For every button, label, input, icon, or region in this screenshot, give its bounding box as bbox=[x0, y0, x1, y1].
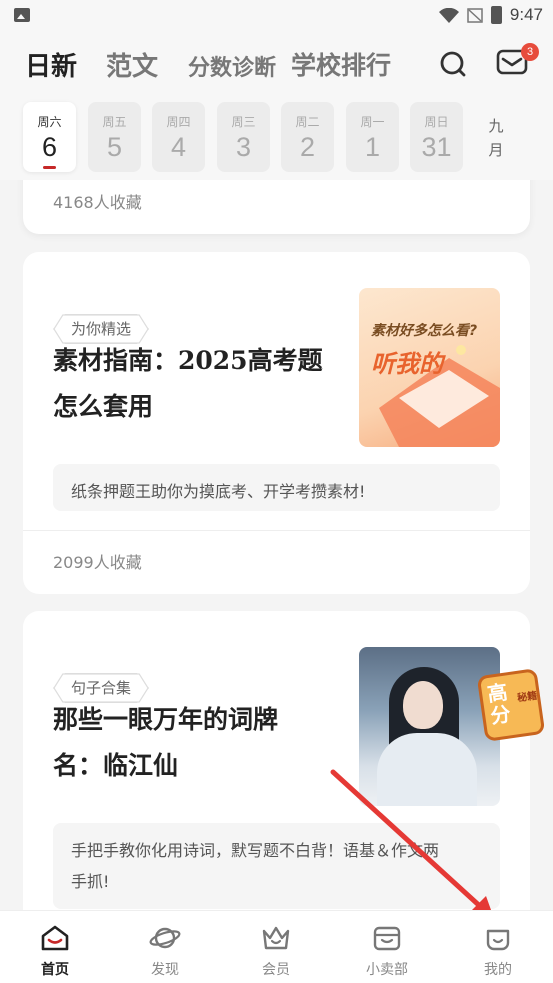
date-weekday: 周三 bbox=[231, 115, 256, 129]
date-number: 3 bbox=[235, 132, 252, 162]
article-tag: 为你精选 bbox=[53, 314, 149, 344]
battery-icon bbox=[490, 6, 502, 24]
portrait-dress bbox=[377, 733, 477, 806]
badge-text-small: 秘籍 bbox=[516, 690, 538, 705]
nav-label: 小卖部 bbox=[366, 962, 408, 978]
article-card[interactable]: 为你精选 素材指南：2025高考题 怎么套用 素材好多怎么看? 听我的 纸条押题… bbox=[23, 252, 530, 594]
date-item[interactable]: 周日 31 bbox=[410, 102, 463, 172]
shop-icon bbox=[373, 926, 401, 951]
date-item[interactable]: 周四 4 bbox=[152, 102, 205, 172]
tab-score-diagnosis[interactable]: 分数诊断 bbox=[188, 50, 276, 82]
date-weekday: 周五 bbox=[102, 115, 127, 129]
thumbnail-headline: 听我的 bbox=[371, 350, 443, 378]
tab-school-ranking[interactable]: 学校排行 bbox=[291, 46, 391, 82]
status-bar: 9:47 bbox=[0, 0, 553, 32]
date-weekday: 周一 bbox=[360, 115, 385, 129]
article-title-line1: 素材指南：2025高考题 bbox=[53, 346, 323, 375]
nav-item-discover[interactable]: 发现 bbox=[110, 911, 220, 983]
date-number: 4 bbox=[170, 132, 187, 162]
date-item[interactable]: 周三 3 bbox=[217, 102, 270, 172]
article-summary: 纸条押题王助你为摸底考、开学考攒素材! bbox=[53, 464, 500, 511]
article-title-line2: 名：临江仙 bbox=[53, 751, 179, 780]
article-title-line2: 怎么套用 bbox=[53, 392, 154, 421]
favorite-count: 4168人收藏 bbox=[53, 193, 142, 212]
date-weekday: 周四 bbox=[166, 115, 191, 129]
planet-icon bbox=[149, 927, 181, 949]
summary-text-line1: 手把手教你化用诗词，默写题不白背！语基＆作文两 bbox=[71, 841, 440, 860]
profile-icon bbox=[486, 929, 510, 951]
status-time: 9:47 bbox=[509, 5, 543, 24]
nav-item-member[interactable]: 会员 bbox=[221, 911, 331, 983]
nav-label: 发现 bbox=[151, 962, 179, 978]
date-strip: 周六 6 周五 5 周四 4 周三 3 周二 2 周一 1 周日 31 九月 bbox=[0, 98, 553, 180]
date-item[interactable]: 周一 1 bbox=[346, 102, 399, 172]
crown-icon bbox=[262, 926, 290, 950]
date-item[interactable]: 周六 6 bbox=[23, 102, 76, 172]
date-weekday: 周日 bbox=[424, 115, 449, 129]
nav-item-profile[interactable]: 我的 bbox=[443, 911, 553, 983]
month-label[interactable]: 九月 bbox=[486, 114, 506, 162]
wifi-icon bbox=[438, 7, 459, 23]
gallery-notification-icon bbox=[14, 8, 30, 22]
nav-item-shop[interactable]: 小卖部 bbox=[332, 911, 442, 983]
article-feed[interactable]: 4168人收藏 为你精选 素材指南：2025高考题 怎么套用 素材好多怎么看? … bbox=[0, 180, 553, 910]
tab-rixin[interactable]: 日新 bbox=[25, 46, 77, 83]
date-number: 2 bbox=[299, 132, 316, 162]
thumbnail-caption: 素材好多怎么看? bbox=[371, 323, 478, 339]
mail-unread-badge: 3 bbox=[521, 43, 539, 61]
nav-label: 首页 bbox=[41, 962, 69, 978]
date-item[interactable]: 周二 2 bbox=[281, 102, 334, 172]
article-summary: 手把手教你化用诗词，默写题不白背！语基＆作文两 手抓! bbox=[53, 823, 500, 909]
date-number: 1 bbox=[364, 132, 381, 162]
date-weekday: 周六 bbox=[37, 115, 62, 129]
portrait-face bbox=[403, 681, 443, 729]
bottom-navigation: 首页 发现 会员 小卖部 我的 bbox=[0, 910, 553, 983]
search-icon[interactable] bbox=[439, 50, 467, 78]
date-number: 31 bbox=[421, 132, 452, 162]
article-card[interactable]: 4168人收藏 bbox=[23, 180, 530, 234]
date-item[interactable]: 周五 5 bbox=[88, 102, 141, 172]
home-icon bbox=[41, 925, 69, 951]
article-card[interactable]: 句子合集 那些一眼万年的词牌 名：临江仙 手把手教你化用诗词，默写题不白背！语基… bbox=[23, 611, 530, 910]
signal-icon bbox=[467, 7, 483, 23]
tag-label: 句子合集 bbox=[71, 679, 132, 697]
favorite-count: 2099人收藏 bbox=[53, 553, 142, 572]
article-tag: 句子合集 bbox=[53, 673, 149, 703]
card-divider bbox=[23, 530, 530, 531]
nav-label: 会员 bbox=[262, 962, 290, 978]
tag-label: 为你精选 bbox=[71, 320, 132, 338]
tab-fanwen[interactable]: 范文 bbox=[106, 46, 158, 83]
article-title-line1: 那些一眼万年的词牌 bbox=[53, 705, 279, 734]
top-header: 日新 范文 分数诊断 学校排行 3 bbox=[0, 32, 553, 98]
nav-item-home[interactable]: 首页 bbox=[0, 911, 110, 983]
date-number: 6 bbox=[41, 132, 58, 162]
nav-label: 我的 bbox=[484, 962, 512, 978]
article-thumbnail: 素材好多怎么看? 听我的 bbox=[359, 288, 500, 447]
date-weekday: 周二 bbox=[295, 115, 320, 129]
selected-indicator bbox=[43, 166, 56, 169]
badge-scroll bbox=[476, 668, 546, 742]
high-score-badge: 高分 秘籍 bbox=[475, 668, 553, 748]
badge-char-2: 分 bbox=[488, 701, 513, 729]
summary-text: 纸条押题王助你为摸底考、开学考攒素材! bbox=[71, 482, 366, 501]
date-number: 5 bbox=[106, 132, 123, 162]
summary-text-line2: 手抓! bbox=[71, 872, 110, 891]
